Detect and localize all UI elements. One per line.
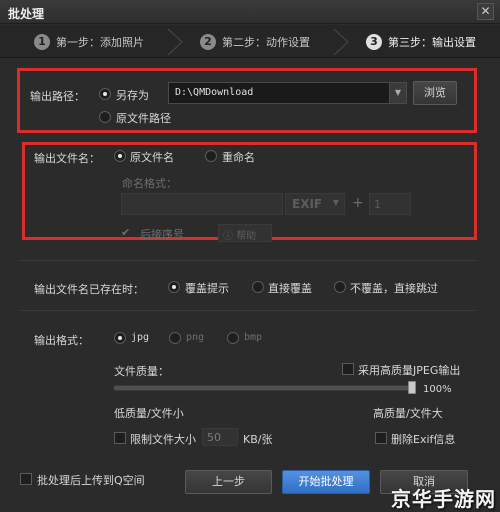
start-number-input[interactable]: 1 xyxy=(369,193,411,215)
bmp-label[interactable]: bmp xyxy=(244,332,262,343)
help-label: 帮助 xyxy=(236,231,257,242)
step-1[interactable]: 1 第一步：添加照片 xyxy=(34,33,144,51)
append-index-label[interactable]: 后接序号 xyxy=(140,226,184,242)
remove-exif-checkbox[interactable] xyxy=(375,432,387,444)
step-2-number: 2 xyxy=(200,34,216,50)
chevron-down-icon: ▼ xyxy=(394,88,402,97)
exif-label: EXIF xyxy=(292,197,323,211)
overwrite-prompt-radio[interactable] xyxy=(168,281,180,293)
chevron-right-icon xyxy=(167,29,183,55)
step-3-label: 第三步：输出设置 xyxy=(388,36,476,49)
step-1-label: 第一步：添加照片 xyxy=(56,36,144,49)
jpg-radio[interactable] xyxy=(114,332,126,344)
output-path-label: 输出路径： xyxy=(30,90,85,103)
limit-size-checkbox[interactable] xyxy=(114,432,126,444)
output-path-input[interactable]: D:\QMDownload xyxy=(168,82,390,104)
rename-radio[interactable] xyxy=(205,150,217,162)
upload-after-checkbox[interactable] xyxy=(20,473,32,485)
browse-button[interactable]: 浏览 xyxy=(413,81,457,105)
step-bar: 1 第一步：添加照片 2 第二步：动作设置 3 第三步：输出设置 xyxy=(0,25,500,58)
skip-radio[interactable] xyxy=(334,281,346,293)
original-path-radio[interactable] xyxy=(99,111,111,123)
rename-label[interactable]: 重命名 xyxy=(222,149,255,165)
help-button[interactable]: ⓘ 帮助 xyxy=(218,224,272,242)
low-quality-label: 低质量/文件小 xyxy=(114,407,184,420)
save-as-label[interactable]: 另存为 xyxy=(116,87,149,103)
site-watermark: 京华手游网 xyxy=(391,487,496,511)
chevron-right-icon xyxy=(333,29,349,55)
window-title: 批处理 xyxy=(8,7,45,21)
divider xyxy=(20,310,476,311)
overwrite-direct-radio[interactable] xyxy=(252,281,264,293)
title-bar: 批处理 ✕ xyxy=(0,0,500,24)
naming-format-label: 命名格式： xyxy=(122,177,177,190)
file-exists-label: 输出文件名已存在时： xyxy=(34,283,144,296)
overwrite-direct-label[interactable]: 直接覆盖 xyxy=(268,280,312,296)
jpg-label[interactable]: jpg xyxy=(131,332,149,343)
png-label[interactable]: png xyxy=(186,332,204,343)
naming-format-input[interactable] xyxy=(121,193,283,215)
step-2-label: 第二步：动作设置 xyxy=(222,36,310,49)
step-3[interactable]: 3 第三步：输出设置 xyxy=(366,33,476,51)
remove-exif-label[interactable]: 删除Exif信息 xyxy=(391,431,455,447)
size-limit-input[interactable]: 50 xyxy=(202,428,238,446)
file-quality-label: 文件质量： xyxy=(114,365,169,378)
help-icon: ⓘ xyxy=(223,231,233,242)
plus-sign: + xyxy=(352,195,364,211)
original-path-label[interactable]: 原文件路径 xyxy=(116,110,171,126)
png-radio[interactable] xyxy=(169,332,181,344)
prev-step-button[interactable]: 上一步 xyxy=(185,470,272,494)
high-quality-jpeg-label[interactable]: 采用高质量JPEG输出 xyxy=(358,362,460,378)
step-3-number: 3 xyxy=(366,34,382,50)
high-quality-label: 高质量/文件大 xyxy=(373,407,443,420)
step-2[interactable]: 2 第二步：动作设置 xyxy=(200,33,310,51)
output-format-label: 输出格式： xyxy=(34,334,89,347)
original-name-radio[interactable] xyxy=(114,150,126,162)
divider xyxy=(20,260,476,261)
output-name-label: 输出文件名： xyxy=(34,152,100,165)
path-dropdown-button[interactable]: ▼ xyxy=(389,82,407,104)
limit-size-label[interactable]: 限制文件大小 xyxy=(130,431,196,447)
quality-slider-track[interactable] xyxy=(113,385,415,391)
original-name-label[interactable]: 原文件名 xyxy=(130,149,174,165)
save-as-radio[interactable] xyxy=(99,88,111,100)
check-icon: ✔ xyxy=(121,226,131,239)
skip-label[interactable]: 不覆盖，直接跳过 xyxy=(350,280,438,296)
close-icon[interactable]: ✕ xyxy=(477,3,494,20)
chevron-down-icon: ▼ xyxy=(332,198,339,207)
high-quality-jpeg-checkbox[interactable] xyxy=(342,363,354,375)
exif-select[interactable]: EXIF ▼ xyxy=(285,193,345,215)
bmp-radio[interactable] xyxy=(227,332,239,344)
size-unit-label: KB/张 xyxy=(243,433,273,446)
upload-after-label[interactable]: 批处理后上传到Q空间 xyxy=(37,472,145,488)
step-1-number: 1 xyxy=(34,34,50,50)
start-batch-button[interactable]: 开始批处理 xyxy=(282,470,370,494)
quality-slider-handle[interactable] xyxy=(408,381,416,394)
overwrite-prompt-label[interactable]: 覆盖提示 xyxy=(185,280,229,296)
quality-percent: 100% xyxy=(423,384,452,395)
